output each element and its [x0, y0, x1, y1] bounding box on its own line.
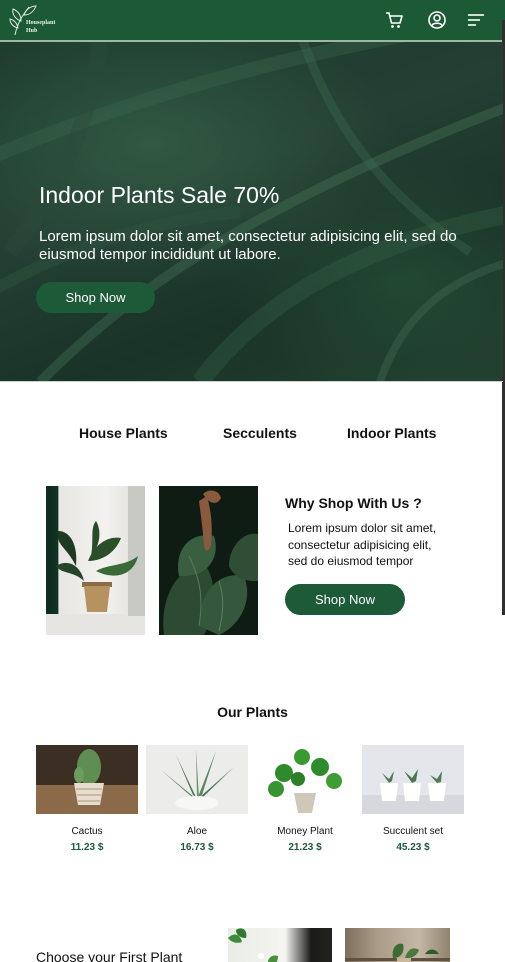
leaves-background-image [0, 42, 503, 381]
plant-shelf-image [345, 928, 450, 962]
hero-shop-now-button[interactable]: Shop Now [36, 282, 155, 313]
hand-leaves-image [159, 486, 258, 635]
our-plants-title: Our Plants [217, 704, 288, 720]
aloe-image [146, 745, 248, 814]
hero-banner: Indoor Plants Sale 70% Lorem ipsum dolor… [0, 42, 503, 382]
money-plant-image [254, 745, 356, 814]
product-name: Aloe [186, 826, 207, 837]
product-name: Succulent set [382, 826, 444, 837]
top-navbar: Houseplant Hub [0, 0, 505, 42]
cactus-image [36, 745, 138, 814]
product-price: 11.23 $ [70, 842, 104, 853]
hero-subtitle: Lorem ipsum dolor sit amet, consectetur … [39, 228, 457, 263]
logo-text: Houseplant Hub [26, 19, 55, 35]
product-price: 16.73 $ [180, 842, 214, 853]
product-name: Cactus [71, 826, 103, 837]
why-shop-now-button[interactable]: Shop Now [285, 584, 405, 615]
choose-first-plant-title: Choose your First Plant [36, 949, 183, 962]
category-house-plants[interactable]: House Plants [79, 425, 168, 441]
logo-text-line1: Houseplant [26, 20, 56, 26]
why-shop-text: Lorem ipsum dolor sit amet, consectetur … [288, 521, 437, 568]
product-price: 45.23 $ [396, 842, 430, 853]
plant-room-image [228, 928, 332, 962]
why-shop-title: Why Shop With Us ? [285, 495, 422, 511]
succulent-set-image [362, 745, 464, 814]
product-name: Money Plant [277, 826, 333, 837]
product-price: 21.23 $ [288, 842, 322, 853]
hero-title: Indoor Plants Sale 70% [39, 182, 280, 208]
cart-icon[interactable] [384, 10, 404, 30]
product-card[interactable]: Money Plant 21.23 $ [254, 745, 356, 853]
monstera-window-image [46, 486, 145, 635]
product-card[interactable]: Aloe 16.73 $ [146, 745, 248, 853]
user-icon[interactable] [427, 10, 447, 30]
category-indoor-plants[interactable]: Indoor Plants [347, 425, 436, 441]
product-card[interactable]: Cactus 11.23 $ [36, 745, 138, 853]
logo-text-line2: Hub [26, 28, 38, 34]
logo[interactable]: Houseplant Hub [9, 3, 69, 39]
menu-icon[interactable] [466, 10, 486, 30]
product-card[interactable]: Succulent set 45.23 $ [362, 745, 464, 853]
category-secculents[interactable]: Secculents [223, 425, 297, 441]
